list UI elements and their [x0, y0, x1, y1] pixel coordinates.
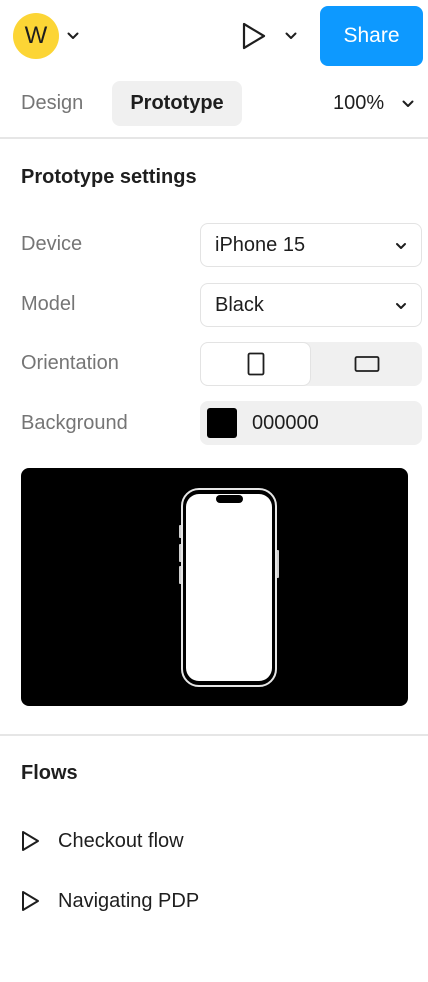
background-hex-value[interactable]: 000000 [252, 401, 319, 445]
flows-title: Flows [21, 762, 78, 784]
orientation-label: Orientation [21, 352, 119, 374]
panel-tabs: Design Prototype 100% [0, 78, 428, 130]
avatar[interactable]: W [13, 13, 59, 59]
flow-item[interactable]: Checkout flow [19, 823, 184, 859]
device-label: Device [21, 233, 83, 255]
model-label: Model [21, 293, 76, 315]
color-swatch[interactable] [207, 408, 237, 438]
avatar-initial: W [24, 22, 48, 49]
landscape-icon [354, 356, 379, 372]
tab-design[interactable]: Design [21, 81, 83, 126]
flow-item-label: Checkout flow [58, 829, 184, 852]
share-button[interactable]: Share [320, 6, 423, 66]
present-play-icon[interactable] [236, 19, 270, 53]
chevron-down-icon[interactable] [402, 100, 414, 108]
top-bar: W Share [0, 0, 428, 72]
orientation-portrait-button[interactable] [200, 342, 311, 386]
device-preview [21, 468, 408, 706]
zoom-value: 100% [333, 92, 385, 114]
chevron-down-icon [396, 303, 406, 309]
zoom-dropdown[interactable]: 100% [333, 81, 384, 126]
tab-prototype[interactable]: Prototype [112, 81, 242, 126]
divider [0, 734, 428, 736]
orientation-landscape-button[interactable] [311, 342, 422, 386]
chevron-down-icon[interactable] [67, 32, 79, 40]
flow-item-label: Navigating PDP [58, 889, 200, 912]
chevron-down-icon [396, 243, 406, 249]
play-icon [22, 831, 39, 851]
divider [0, 137, 428, 139]
play-icon [22, 891, 39, 911]
prototype-settings-title: Prototype settings [21, 166, 197, 188]
model-value: Black [215, 293, 264, 316]
background-label: Background [21, 412, 128, 434]
background-color-field[interactable]: 000000 [200, 401, 422, 445]
phone-mockup-image [179, 488, 279, 687]
portrait-icon [247, 352, 264, 376]
orientation-toggle [200, 342, 422, 386]
chevron-down-icon[interactable] [285, 32, 297, 40]
device-value: iPhone 15 [215, 233, 306, 256]
device-select[interactable]: iPhone 15 [200, 223, 422, 267]
model-select[interactable]: Black [200, 283, 422, 327]
flow-item[interactable]: Navigating PDP [19, 883, 199, 919]
